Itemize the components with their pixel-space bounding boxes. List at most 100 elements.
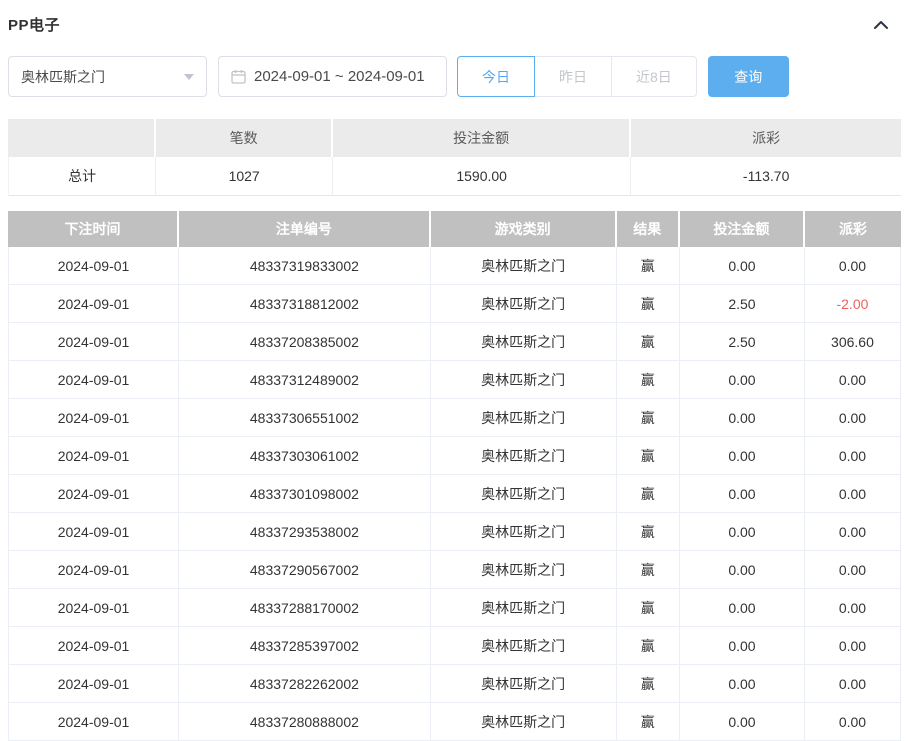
collapse-panel-button[interactable]	[871, 15, 891, 35]
payout-cell: 0.00	[804, 513, 901, 551]
header-bet-amount: 投注金额	[679, 211, 805, 247]
result-cell: 赢	[616, 665, 680, 703]
game-category-cell: 奥林匹斯之门	[430, 475, 617, 513]
result-cell: 赢	[616, 589, 680, 627]
order-number-cell: 48337208385002	[179, 323, 431, 361]
payout-cell: 0.00	[804, 627, 901, 665]
table-row: 2024-09-01 48337319833002 奥林匹斯之门 赢 0.00 …	[8, 247, 901, 285]
result-cell: 赢	[616, 285, 680, 323]
bet-amount-cell: 0.00	[679, 665, 805, 703]
table-row: 2024-09-01 48337306551002 奥林匹斯之门 赢 0.00 …	[8, 399, 901, 437]
bet-amount-cell: 0.00	[679, 475, 805, 513]
summary-table: 笔数 投注金额 派彩 总计 1027 1590.00 -113.70	[8, 119, 901, 196]
result-cell: 赢	[616, 437, 680, 475]
table-row: 2024-09-01 48337290567002 奥林匹斯之门 赢 0.00 …	[8, 551, 901, 589]
table-header-row: 下注时间 注单编号 游戏类别 结果 投注金额 派彩	[8, 211, 901, 247]
result-cell: 赢	[616, 475, 680, 513]
game-category-cell: 奥林匹斯之门	[430, 513, 617, 551]
table-row: 2024-09-01 48337280888002 奥林匹斯之门 赢 0.00 …	[8, 703, 901, 741]
table-row: 2024-09-01 48337285397002 奥林匹斯之门 赢 0.00 …	[8, 627, 901, 665]
bet-time-cell: 2024-09-01	[8, 513, 179, 551]
game-select-value: 奥林匹斯之门	[21, 68, 105, 85]
quick-date-button-group: 今日 昨日 近8日	[457, 56, 697, 97]
payout-cell: 0.00	[804, 551, 901, 589]
chevron-up-icon	[872, 18, 890, 32]
payout-cell: 0.00	[804, 247, 901, 285]
game-category-cell: 奥林匹斯之门	[430, 665, 617, 703]
table-row: 2024-09-01 48337312489002 奥林匹斯之门 赢 0.00 …	[8, 361, 901, 399]
chevron-down-icon	[184, 73, 194, 80]
filter-controls: 奥林匹斯之门 2024-09-01 ~ 2024-09-01 今日 昨日 近8日…	[8, 56, 901, 97]
calendar-icon	[231, 69, 246, 84]
pp-electronic-panel: PP电子 奥林匹斯之门 2024-09-01 ~ 2024-09-01 今日 昨…	[0, 0, 909, 741]
summary-header-payout: 派彩	[631, 119, 901, 157]
result-cell: 赢	[616, 323, 680, 361]
query-button[interactable]: 查询	[707, 56, 789, 97]
date-range-value: 2024-09-01 ~ 2024-09-01	[254, 68, 425, 85]
order-number-cell: 48337318812002	[179, 285, 431, 323]
bet-time-cell: 2024-09-01	[8, 361, 179, 399]
summary-header-row: 笔数 投注金额 派彩	[8, 119, 901, 157]
summary-header-count: 笔数	[156, 119, 334, 157]
result-cell: 赢	[616, 627, 680, 665]
game-category-cell: 奥林匹斯之门	[430, 437, 617, 475]
header-result: 结果	[616, 211, 680, 247]
summary-total-bet-amount: 1590.00	[333, 157, 632, 196]
yesterday-button[interactable]: 昨日	[534, 56, 612, 97]
last-8-days-button[interactable]: 近8日	[611, 56, 697, 97]
bet-amount-cell: 0.00	[679, 551, 805, 589]
summary-total-payout: -113.70	[631, 157, 901, 196]
result-cell: 赢	[616, 361, 680, 399]
table-row: 2024-09-01 48337318812002 奥林匹斯之门 赢 2.50 …	[8, 285, 901, 323]
bet-time-cell: 2024-09-01	[8, 703, 179, 741]
bet-amount-cell: 0.00	[679, 589, 805, 627]
table-row: 2024-09-01 48337301098002 奥林匹斯之门 赢 0.00 …	[8, 475, 901, 513]
bet-amount-cell: 0.00	[679, 627, 805, 665]
game-category-cell: 奥林匹斯之门	[430, 703, 617, 741]
payout-cell: 306.60	[804, 323, 901, 361]
today-button[interactable]: 今日	[457, 56, 535, 97]
result-cell: 赢	[616, 703, 680, 741]
bet-time-cell: 2024-09-01	[8, 475, 179, 513]
bet-time-cell: 2024-09-01	[8, 589, 179, 627]
table-row: 2024-09-01 48337293538002 奥林匹斯之门 赢 0.00 …	[8, 513, 901, 551]
order-number-cell: 48337282262002	[179, 665, 431, 703]
table-row: 2024-09-01 48337288170002 奥林匹斯之门 赢 0.00 …	[8, 589, 901, 627]
payout-cell: -2.00	[804, 285, 901, 323]
bet-time-cell: 2024-09-01	[8, 437, 179, 475]
bet-amount-cell: 0.00	[679, 513, 805, 551]
payout-cell: 0.00	[804, 589, 901, 627]
order-number-cell: 48337303061002	[179, 437, 431, 475]
bet-time-cell: 2024-09-01	[8, 399, 179, 437]
payout-cell: 0.00	[804, 437, 901, 475]
bet-time-cell: 2024-09-01	[8, 627, 179, 665]
bet-records-table: 下注时间 注单编号 游戏类别 结果 投注金额 派彩 2024-09-01 483…	[8, 211, 901, 741]
bet-amount-cell: 2.50	[679, 285, 805, 323]
payout-cell: 0.00	[804, 703, 901, 741]
game-category-cell: 奥林匹斯之门	[430, 285, 617, 323]
game-category-cell: 奥林匹斯之门	[430, 589, 617, 627]
header-bet-time: 下注时间	[8, 211, 179, 247]
summary-header-empty	[8, 119, 157, 157]
payout-cell: 0.00	[804, 665, 901, 703]
order-number-cell: 48337293538002	[179, 513, 431, 551]
date-range-input[interactable]: 2024-09-01 ~ 2024-09-01	[218, 56, 447, 97]
game-category-cell: 奥林匹斯之门	[430, 551, 617, 589]
summary-total-row: 总计 1027 1590.00 -113.70	[8, 157, 901, 196]
bet-time-cell: 2024-09-01	[8, 285, 179, 323]
result-cell: 赢	[616, 399, 680, 437]
game-category-cell: 奥林匹斯之门	[430, 361, 617, 399]
bet-time-cell: 2024-09-01	[8, 247, 179, 285]
page-title: PP电子	[8, 17, 61, 34]
summary-total-count: 1027	[156, 157, 334, 196]
order-number-cell: 48337306551002	[179, 399, 431, 437]
header-payout: 派彩	[804, 211, 901, 247]
panel-header: PP电子	[8, 0, 901, 35]
result-cell: 赢	[616, 513, 680, 551]
table-row: 2024-09-01 48337303061002 奥林匹斯之门 赢 0.00 …	[8, 437, 901, 475]
table-row: 2024-09-01 48337282262002 奥林匹斯之门 赢 0.00 …	[8, 665, 901, 703]
order-number-cell: 48337319833002	[179, 247, 431, 285]
order-number-cell: 48337285397002	[179, 627, 431, 665]
order-number-cell: 48337280888002	[179, 703, 431, 741]
game-select[interactable]: 奥林匹斯之门	[8, 56, 207, 97]
